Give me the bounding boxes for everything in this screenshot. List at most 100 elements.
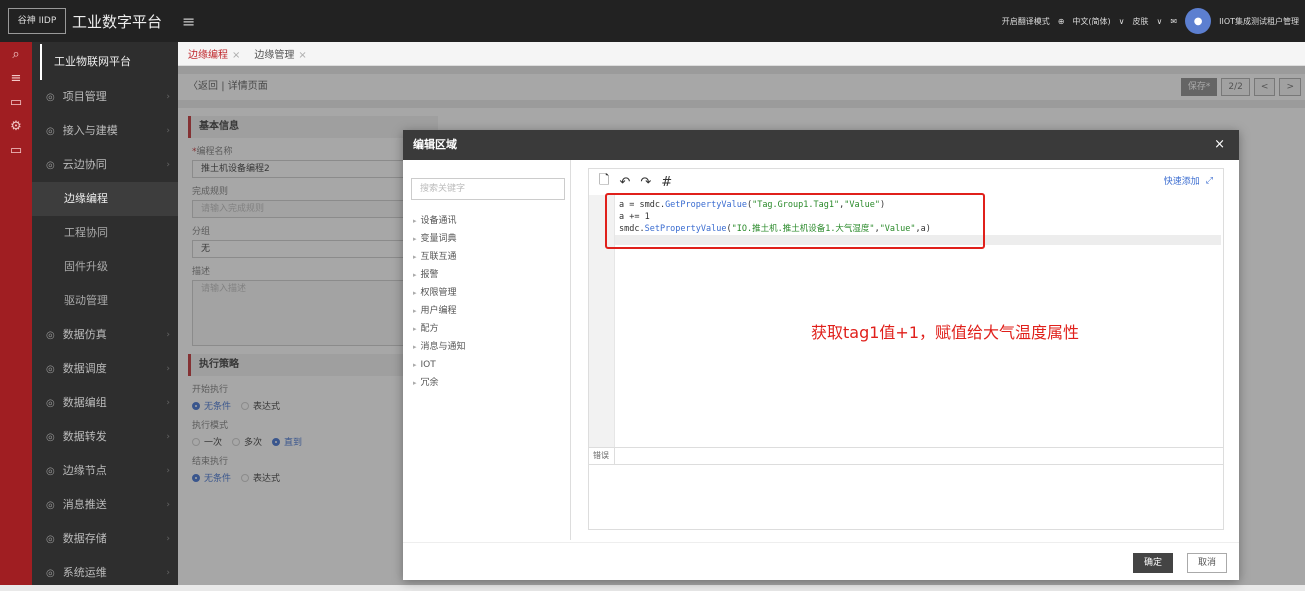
sidebar-item[interactable]: 驱动管理 xyxy=(32,284,178,318)
close-icon[interactable]: × xyxy=(232,50,240,61)
annotation-text: 获取tag1值+1，赋值给大气温度属性 xyxy=(811,323,1080,342)
sidebar-item[interactable]: 工程协同 xyxy=(32,216,178,250)
tree-item[interactable]: ▸ 互联互通 xyxy=(413,248,570,266)
tree-item[interactable]: ▸ 用户编程 xyxy=(413,302,570,320)
hash-icon[interactable]: # xyxy=(661,175,672,190)
edit-modal: 编辑区域 × 搜索关键字 ▸ 设备通讯 ▸ 变量词典 ▸ 互联互通 ▸ 报警 ▸ 权限管理 ▸ 用户编… xyxy=(403,130,1239,580)
tree-item[interactable]: ▸ 报警 xyxy=(413,266,570,284)
tree-item[interactable]: ▸ 权限管理 xyxy=(413,284,570,302)
sidebar-item[interactable]: ◎ 消息推送 › xyxy=(32,488,178,522)
module-icon: ◎ xyxy=(46,500,55,511)
sidebar-item[interactable]: ◎ 云边协同 › xyxy=(32,148,178,182)
module-icon: ◎ xyxy=(46,160,55,171)
gear-icon[interactable]: ⚙ xyxy=(0,116,32,138)
tab-edge-management[interactable]: 边缘管理 × xyxy=(254,46,306,61)
modal-title: 编辑区域 xyxy=(413,138,457,151)
tree-item[interactable]: ▸ 变量词典 xyxy=(413,230,570,248)
sidebar-item-label: 数据编组 xyxy=(62,396,107,409)
icon-rail: ⌕ ≡ ▭ ⚙ ▭ xyxy=(0,42,32,585)
tree-item-label: 权限管理 xyxy=(420,288,457,298)
sidebar-item[interactable]: ◎ 边缘节点 › xyxy=(32,454,178,488)
chevron-icon: › xyxy=(166,160,170,170)
quick-add-link[interactable]: 快速添加 xyxy=(1164,174,1200,187)
user-name[interactable]: IIOT集成测试租户管理 xyxy=(1219,16,1299,27)
sidebar-item[interactable]: ◎ 数据存储 › xyxy=(32,522,178,556)
tree-item-label: 互联互通 xyxy=(420,252,457,262)
sidebar-item-label: 系统运维 xyxy=(62,566,107,579)
undo-icon[interactable]: ↶ xyxy=(619,175,630,190)
tree-item-label: 配方 xyxy=(420,324,439,334)
message-icon[interactable]: ✉ xyxy=(1170,17,1177,26)
sidebar-item[interactable]: 固件升级 xyxy=(32,250,178,284)
sidebar-item[interactable]: ◎ 数据编组 › xyxy=(32,386,178,420)
monitor-icon[interactable]: ▭ xyxy=(0,140,32,162)
tab-bar: 边缘编程 × 边缘管理 × xyxy=(178,42,1305,66)
caret-right-icon: ▸ xyxy=(413,217,417,225)
sidebar-item[interactable]: ◎ 数据仿真 › xyxy=(32,318,178,352)
caret-right-icon: ▸ xyxy=(413,253,417,261)
quick-add: 快速添加 ⤢ xyxy=(1164,174,1213,188)
tree-item[interactable]: ▸ 设备通讯 xyxy=(413,212,570,230)
tab-label: 边缘编程 xyxy=(188,50,228,61)
close-icon[interactable]: × xyxy=(298,50,306,61)
caret-right-icon: ▸ xyxy=(413,307,417,315)
caret-right-icon: ▸ xyxy=(413,361,417,369)
search-icon[interactable]: ⌕ xyxy=(0,44,32,66)
caret-right-icon: ▸ xyxy=(413,325,417,333)
chevron-icon: › xyxy=(166,432,170,442)
tree-item-label: IOT xyxy=(420,360,436,370)
caret-right-icon: ▸ xyxy=(413,235,417,243)
tab-label: 边缘管理 xyxy=(254,50,295,61)
sidebar-item[interactable]: 边缘编程 xyxy=(32,182,178,216)
sidebar-item[interactable]: ◎ 接入与建模 › xyxy=(32,114,178,148)
translate-toggle[interactable]: 开启翻译模式 xyxy=(1002,16,1050,27)
close-icon[interactable]: × xyxy=(1214,130,1225,160)
chevron-icon: › xyxy=(166,534,170,544)
module-icon: ◎ xyxy=(46,534,55,545)
tree-item[interactable]: ▸ IOT xyxy=(413,356,570,374)
module-icon: ◎ xyxy=(46,398,55,409)
sidebar-item[interactable]: ◎ 数据转发 › xyxy=(32,420,178,454)
caret-right-icon: ▸ xyxy=(413,379,417,387)
chevron-down-icon: ∨ xyxy=(1118,16,1125,26)
menu-toggle-icon[interactable]: ≡ xyxy=(182,12,195,31)
sidebar: 工业物联网平台 ◎ 项目管理 › ◎ 接入与建模 › ◎ 云边协同 › 边缘编程 工程协同 固件升级驱… xyxy=(32,42,178,585)
cancel-button[interactable]: 取消 xyxy=(1186,553,1227,573)
sidebar-item-label: 数据仿真 xyxy=(62,328,107,341)
tab-edge-programming[interactable]: 边缘编程 × xyxy=(188,46,240,61)
monitor-icon[interactable]: ▭ xyxy=(0,92,32,114)
search-input[interactable]: 搜索关键字 xyxy=(411,178,565,200)
error-panel: 错误 xyxy=(589,447,1223,465)
module-icon: ◎ xyxy=(46,432,55,443)
sidebar-item[interactable]: ◎ 项目管理 › xyxy=(32,80,178,114)
sidebar-item-label: 数据调度 xyxy=(62,362,107,375)
new-file-icon[interactable]: 🗋 xyxy=(599,171,609,193)
menu-icon[interactable]: ≡ xyxy=(0,68,32,90)
sidebar-item[interactable]: ◎ 数据调度 › xyxy=(32,352,178,386)
function-panel: 搜索关键字 ▸ 设备通讯 ▸ 变量词典 ▸ 互联互通 ▸ 报警 ▸ 权限管理 ▸ 用户编程 ▸ 配方 ▸ 消息… xyxy=(403,160,571,540)
language-select[interactable]: 中文(简体) xyxy=(1072,16,1110,27)
chevron-down-icon: ∨ xyxy=(1156,16,1163,26)
redo-icon[interactable]: ↷ xyxy=(640,175,651,190)
avatar[interactable]: ● xyxy=(1185,8,1212,34)
error-tab[interactable]: 错误 xyxy=(593,448,615,464)
tree-item-label: 消息与通知 xyxy=(420,342,466,352)
confirm-button[interactable]: 确定 xyxy=(1132,553,1173,573)
chevron-icon: › xyxy=(166,364,170,374)
module-icon: ◎ xyxy=(46,330,55,341)
sidebar-item-label: 数据存储 xyxy=(62,532,107,545)
tree-item[interactable]: ▸ 冗余 xyxy=(413,374,570,392)
skin-select[interactable]: 皮肤 xyxy=(1133,16,1149,27)
tree-item-label: 变量词典 xyxy=(420,234,457,244)
module-icon: ◎ xyxy=(46,126,55,137)
sidebar-item-label: 项目管理 xyxy=(62,90,107,103)
tree-item[interactable]: ▸ 消息与通知 xyxy=(413,338,570,356)
tree-item[interactable]: ▸ 配方 xyxy=(413,320,570,338)
highlight-box xyxy=(605,193,985,249)
module-icon: ◎ xyxy=(46,92,55,103)
sidebar-item-label: 工程协同 xyxy=(64,226,108,239)
sidebar-item-label: 固件升级 xyxy=(64,260,108,273)
fullscreen-icon[interactable]: ⤢ xyxy=(1206,176,1213,186)
globe-icon: ⊕ xyxy=(1057,16,1065,26)
editor-toolbar: 🗋 ↶ ↷ # xyxy=(589,169,1223,195)
